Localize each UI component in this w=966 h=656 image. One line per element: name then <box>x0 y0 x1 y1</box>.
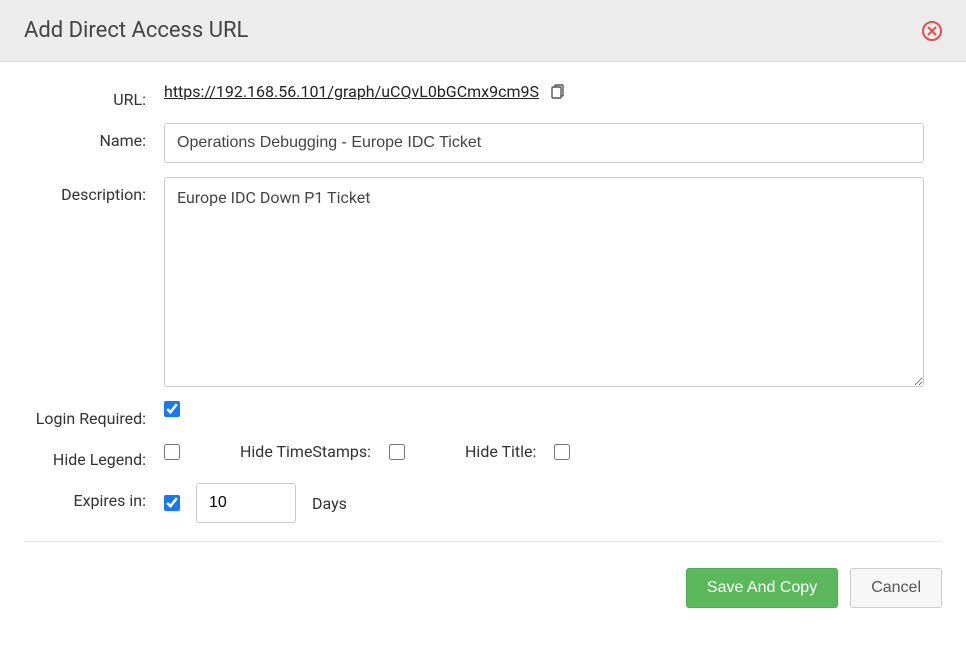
copy-icon[interactable] <box>549 84 565 100</box>
dialog-footer: Save And Copy Cancel <box>0 542 966 632</box>
row-url: URL: https://192.168.56.101/graph/uCQvL0… <box>24 82 942 109</box>
close-icon <box>927 26 937 36</box>
form-body: URL: https://192.168.56.101/graph/uCQvL0… <box>0 62 966 523</box>
description-input[interactable] <box>164 177 924 387</box>
hide-timestamps-label: Hide TimeStamps: <box>240 442 371 461</box>
row-name: Name: <box>24 123 942 163</box>
row-description: Description: <box>24 177 942 387</box>
row-hide-options: Hide Legend: Hide TimeStamps: Hide Title… <box>24 442 942 469</box>
name-label: Name: <box>24 123 164 150</box>
login-required-checkbox[interactable] <box>164 401 180 417</box>
name-input[interactable] <box>164 123 924 163</box>
hide-title-checkbox[interactable] <box>554 444 570 460</box>
row-login-required: Login Required: <box>24 401 942 428</box>
expires-checkbox[interactable] <box>164 495 180 511</box>
row-expires: Expires in: Days <box>24 483 942 523</box>
expires-label: Expires in: <box>24 483 164 510</box>
hide-legend-checkbox[interactable] <box>164 444 180 460</box>
dialog-header: Add Direct Access URL <box>0 0 966 62</box>
close-button[interactable] <box>922 21 942 41</box>
description-label: Description: <box>24 177 164 204</box>
cancel-button[interactable]: Cancel <box>850 568 942 608</box>
expires-value-input[interactable] <box>196 483 296 523</box>
hide-timestamps-checkbox[interactable] <box>389 444 405 460</box>
url-link[interactable]: https://192.168.56.101/graph/uCQvL0bGCmx… <box>164 82 539 101</box>
expires-unit: Days <box>312 494 347 513</box>
save-and-copy-button[interactable]: Save And Copy <box>686 568 838 608</box>
url-label: URL: <box>24 82 164 109</box>
login-required-label: Login Required: <box>24 401 164 428</box>
hide-title-label: Hide Title: <box>465 442 536 461</box>
dialog-title: Add Direct Access URL <box>24 18 248 43</box>
hide-legend-label: Hide Legend: <box>24 442 164 469</box>
